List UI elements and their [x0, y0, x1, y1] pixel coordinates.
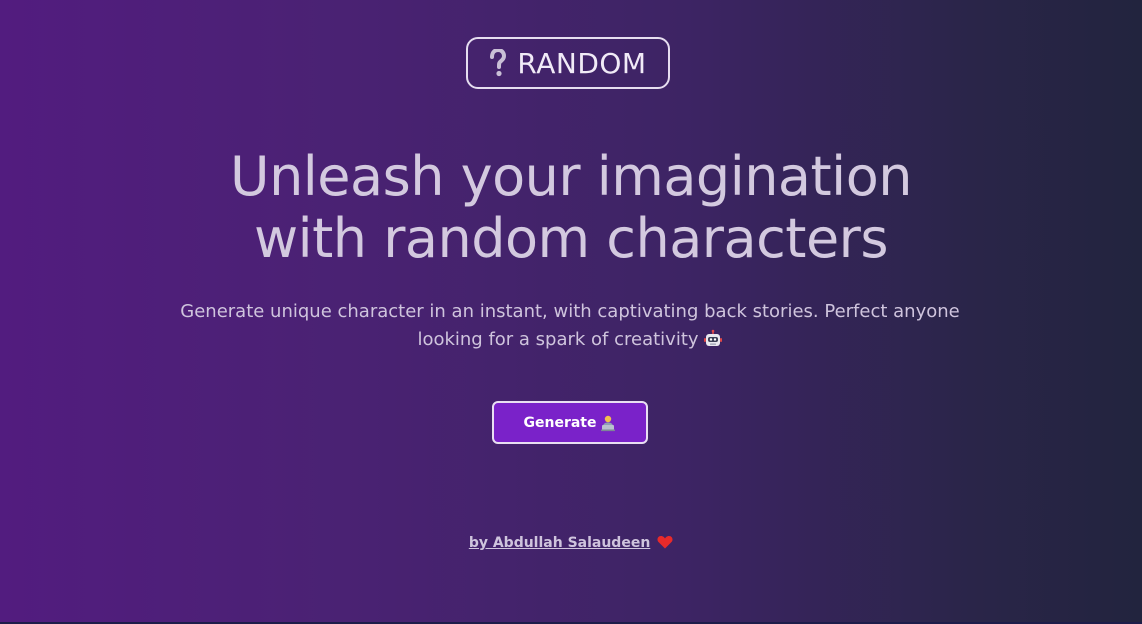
author-link[interactable]: by Abdullah Salaudeen	[469, 535, 650, 551]
question-mark-icon	[490, 49, 507, 77]
hero-headline: Unleash your imagination with random cha…	[0, 146, 1142, 270]
generate-button-label: Generate	[523, 414, 597, 431]
heart-icon	[657, 536, 673, 549]
robot-icon	[703, 329, 722, 346]
generate-button[interactable]: Generate	[492, 401, 648, 444]
credit-footer: by Abdullah Salaudeen	[0, 535, 1142, 551]
headline-line-1: Unleash your imagination	[230, 145, 912, 208]
person-at-computer-icon	[600, 415, 615, 431]
headline-line-2: with random characters	[253, 207, 889, 270]
hero-subtitle: Generate unique character in an instant,…	[180, 298, 960, 354]
logo-button[interactable]: RANDOM	[466, 37, 670, 89]
logo-text: RANDOM	[517, 46, 647, 80]
subtitle-text: Generate unique character in an instant,…	[180, 301, 960, 350]
